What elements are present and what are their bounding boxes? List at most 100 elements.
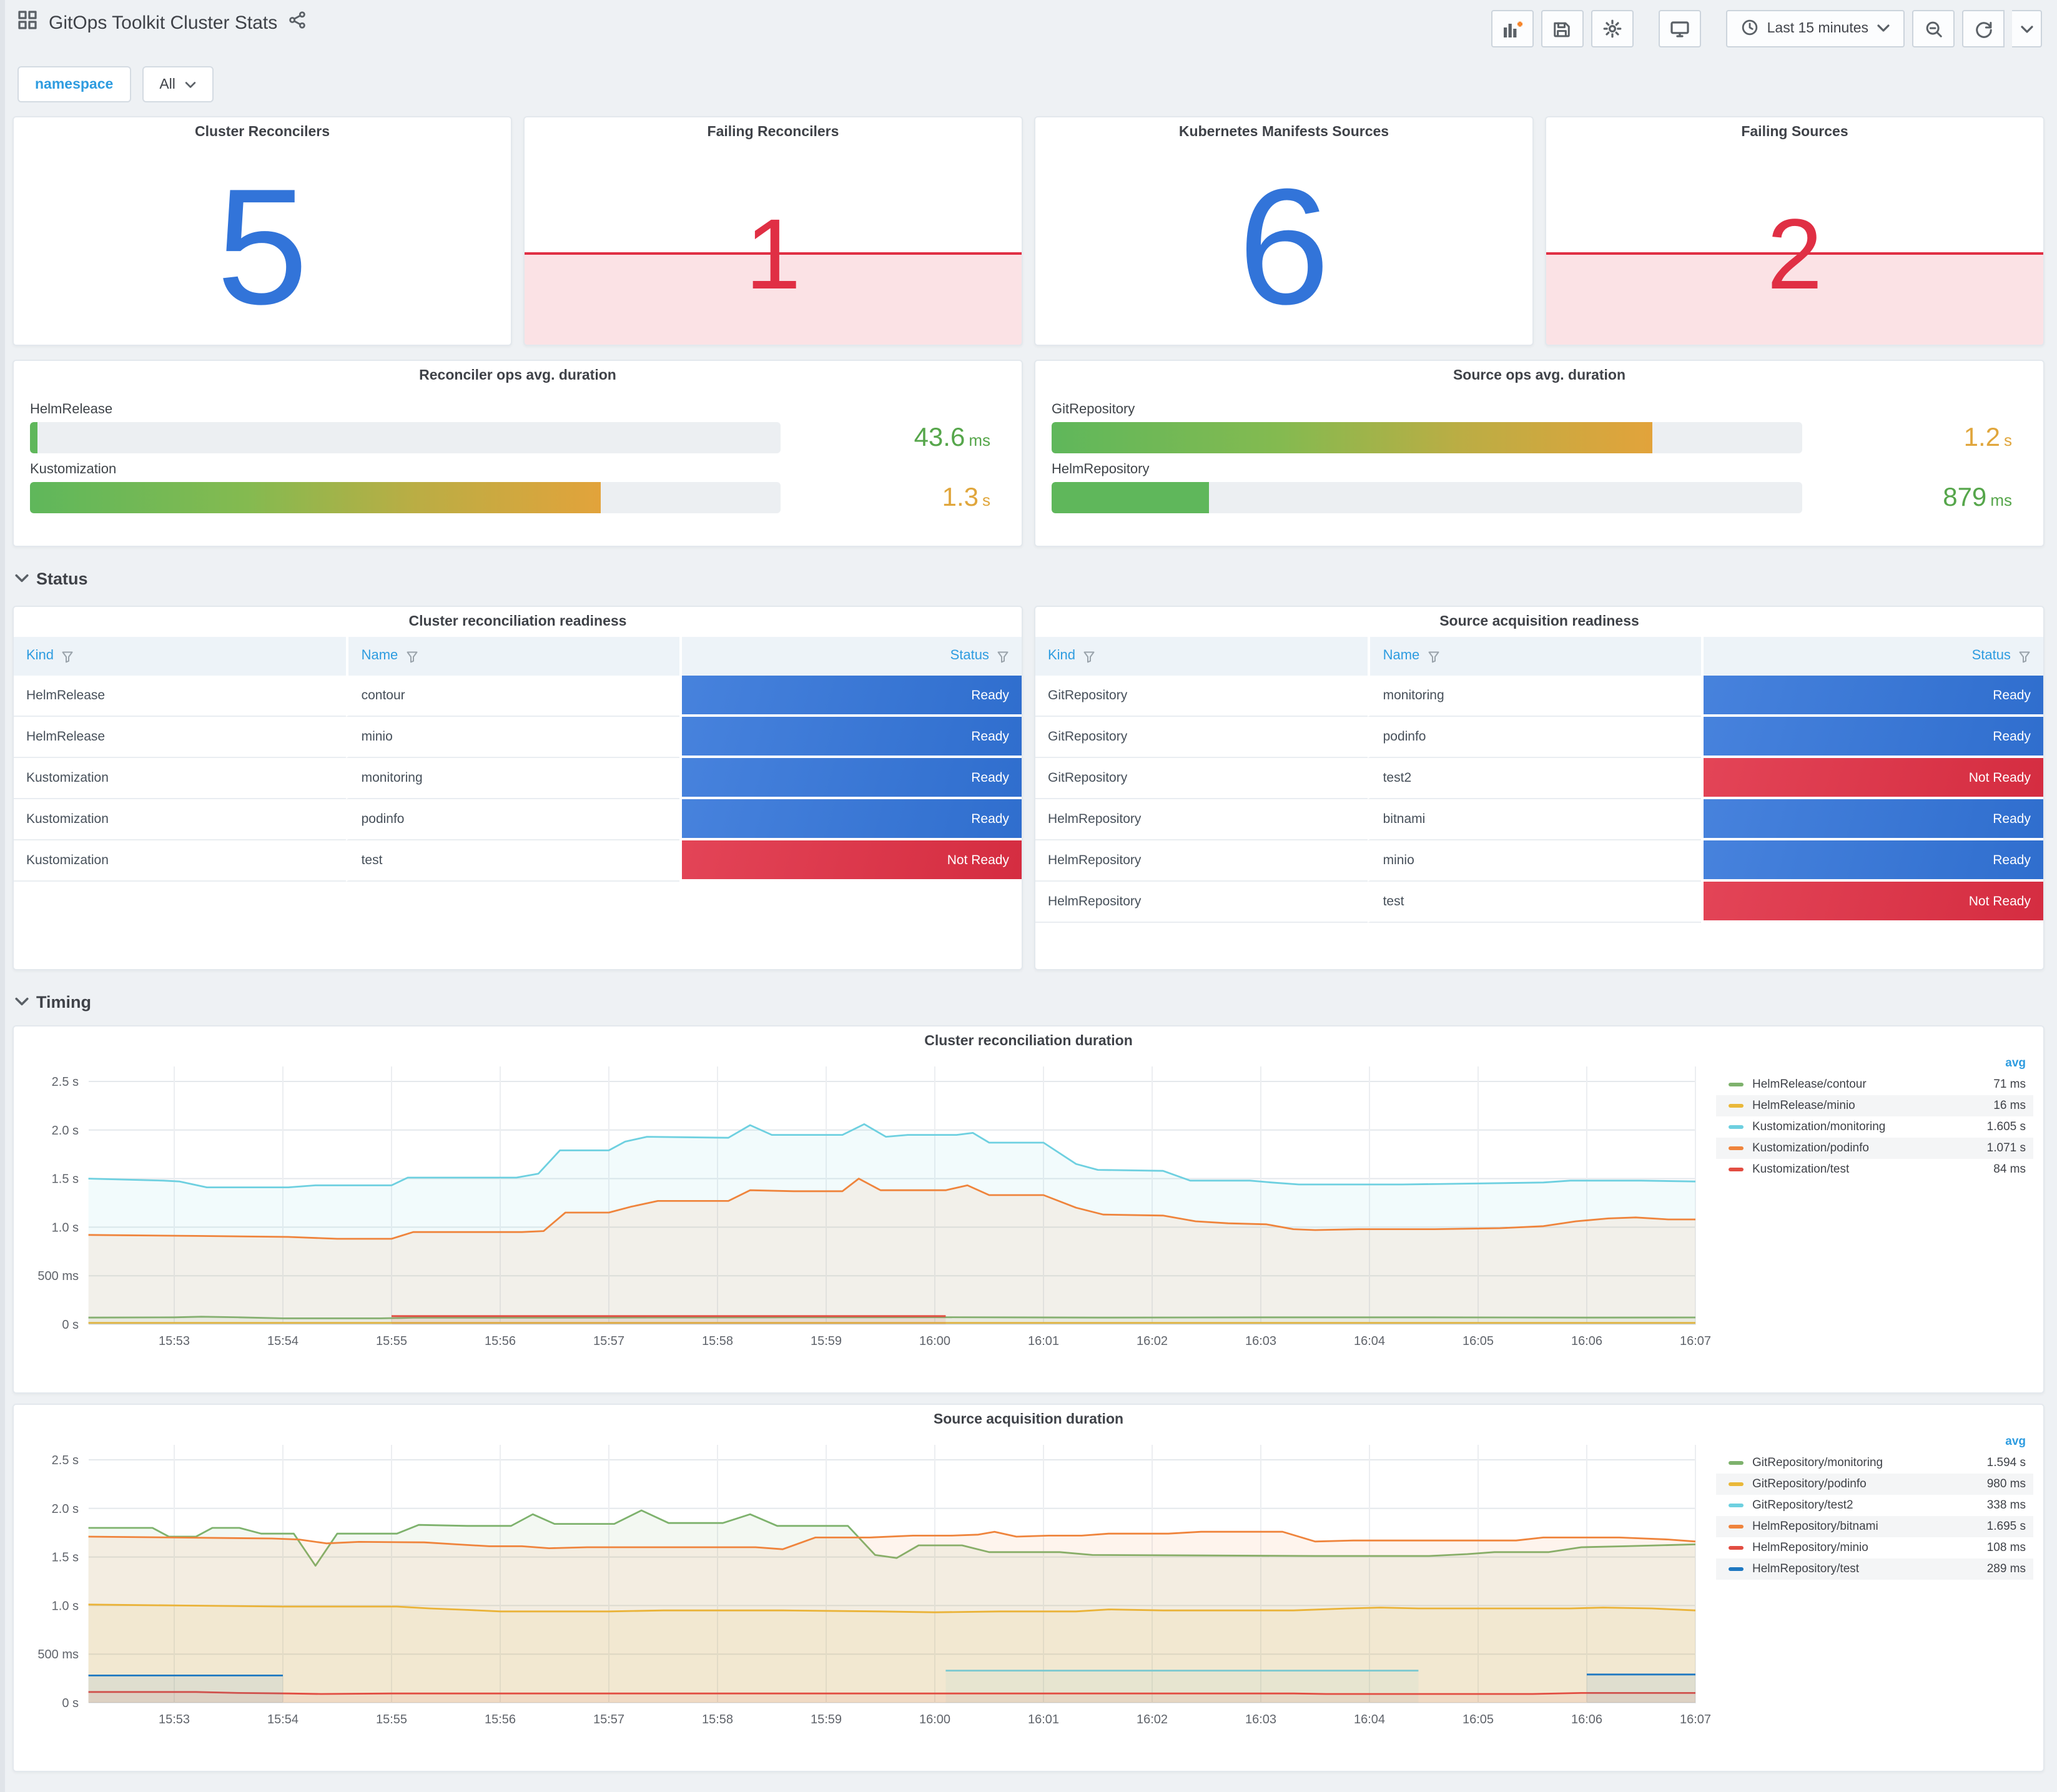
svg-text:500 ms: 500 ms bbox=[37, 1269, 79, 1283]
table-row: HelmRepository test Not Ready bbox=[1035, 882, 2043, 923]
legend-item[interactable]: HelmRelease/contour 71 ms bbox=[1716, 1074, 2033, 1095]
svg-text:2.0 s: 2.0 s bbox=[52, 1124, 79, 1138]
status-badge: Ready bbox=[679, 676, 1022, 717]
refresh-icon[interactable] bbox=[1962, 10, 2005, 47]
legend-item[interactable]: Kustomization/monitoring 1.605 s bbox=[1716, 1116, 2033, 1138]
column-header-status[interactable]: Status bbox=[1700, 637, 2043, 676]
legend-series-name: Kustomization/podinfo bbox=[1752, 1141, 1869, 1155]
legend-item[interactable]: Kustomization/podinfo 1.071 s bbox=[1716, 1138, 2033, 1159]
bar-gauge-track bbox=[30, 422, 781, 453]
panel-title[interactable]: Cluster reconciliation readiness bbox=[14, 607, 1022, 637]
title-wrap: GitOps Toolkit Cluster Stats bbox=[17, 10, 306, 36]
table-panel: Cluster reconciliation readiness Kind Name… bbox=[12, 606, 1023, 970]
cycle-view-icon[interactable] bbox=[1658, 10, 1701, 47]
legend-series-swatch bbox=[1729, 1168, 1744, 1171]
bar-gauge-row: Kustomization 1.3 s bbox=[30, 462, 1005, 513]
panel-title[interactable]: Source acquisition readiness bbox=[1035, 607, 2043, 637]
filter-icon bbox=[997, 651, 1009, 662]
bar-gauge-row: HelmRelease 43.6 ms bbox=[30, 402, 1005, 453]
legend-item[interactable]: GitRepository/test2 338 ms bbox=[1716, 1495, 2033, 1516]
variable-value-dropdown[interactable]: All bbox=[142, 66, 214, 102]
timing-section-header[interactable]: Timing bbox=[15, 988, 2045, 1015]
svg-text:15:55: 15:55 bbox=[376, 1334, 407, 1348]
column-header-name[interactable]: Name bbox=[1368, 637, 1701, 676]
bar-gauge-track bbox=[1052, 482, 1802, 513]
gear-icon[interactable] bbox=[1591, 10, 1634, 47]
table-row: GitRepository test2 Not Ready bbox=[1035, 758, 2043, 799]
svg-text:2.5 s: 2.5 s bbox=[52, 1454, 79, 1467]
panel-title[interactable]: Cluster reconciliation duration bbox=[14, 1026, 2043, 1056]
legend-series-swatch bbox=[1729, 1482, 1744, 1486]
column-header-name[interactable]: Name bbox=[346, 637, 679, 676]
cell-kind: Kustomization bbox=[14, 840, 347, 882]
cell-kind: Kustomization bbox=[14, 799, 347, 840]
svg-text:15:55: 15:55 bbox=[376, 1713, 407, 1726]
table-header: Kind Name Status bbox=[1035, 637, 2043, 676]
table-row: Kustomization monitoring Ready bbox=[14, 758, 1022, 799]
bar-gauge-value: 879 ms bbox=[1943, 483, 2012, 511]
panel-title[interactable]: Reconciler ops avg. duration bbox=[14, 361, 1022, 391]
zoom-out-icon[interactable] bbox=[1912, 10, 1955, 47]
legend-item[interactable]: HelmRepository/minio 108 ms bbox=[1716, 1537, 2033, 1558]
share-icon[interactable] bbox=[289, 11, 306, 35]
refresh-interval-dropdown[interactable] bbox=[2012, 10, 2042, 47]
table-row: HelmRelease minio Ready bbox=[14, 717, 1022, 758]
stat-panel: Failing Reconcilers 1 bbox=[523, 116, 1023, 346]
save-dashboard-button[interactable] bbox=[1541, 10, 1584, 47]
legend-item[interactable]: GitRepository/podinfo 980 ms bbox=[1716, 1474, 2033, 1495]
toolbar: Last 15 minutes bbox=[1491, 10, 2042, 47]
legend-series-avg: 16 ms bbox=[1993, 1099, 2026, 1113]
legend-series-swatch bbox=[1729, 1083, 1744, 1086]
clock-icon bbox=[1741, 18, 1759, 39]
legend-series-swatch bbox=[1729, 1525, 1744, 1529]
svg-text:16:04: 16:04 bbox=[1354, 1334, 1385, 1348]
cell-kind: HelmRelease bbox=[14, 676, 347, 717]
cell-name: bitnami bbox=[1368, 799, 1701, 840]
status-badge: Ready bbox=[1700, 676, 2043, 717]
column-header-kind[interactable]: Kind bbox=[14, 637, 347, 676]
column-header-kind[interactable]: Kind bbox=[1035, 637, 1368, 676]
status-section-header[interactable]: Status bbox=[15, 564, 2045, 592]
svg-text:2.5 s: 2.5 s bbox=[52, 1075, 79, 1089]
bar-gauge-track bbox=[1052, 422, 1802, 453]
panel-title[interactable]: Source ops avg. duration bbox=[1035, 361, 2043, 391]
bar-gauge-value: 1.2 s bbox=[1963, 423, 2012, 451]
cell-name: test bbox=[1368, 882, 1701, 923]
legend-item[interactable]: HelmRelease/minio 16 ms bbox=[1716, 1095, 2033, 1116]
legend-item[interactable]: HelmRepository/test 289 ms bbox=[1716, 1558, 2033, 1580]
svg-text:15:59: 15:59 bbox=[811, 1713, 842, 1726]
svg-text:1.5 s: 1.5 s bbox=[52, 1551, 79, 1565]
svg-text:16:07: 16:07 bbox=[1680, 1713, 1711, 1726]
cell-name: minio bbox=[1368, 840, 1701, 882]
filter-icon bbox=[406, 651, 417, 662]
filter-icon bbox=[62, 651, 73, 662]
panel-title[interactable]: Source acquisition duration bbox=[14, 1405, 2043, 1435]
legend-item[interactable]: GitRepository/monitoring 1.594 s bbox=[1716, 1452, 2033, 1474]
bar-gauge-label: Kustomization bbox=[30, 462, 117, 477]
panel-title[interactable]: Cluster Reconcilers bbox=[14, 117, 511, 147]
status-badge: Not Ready bbox=[679, 840, 1022, 882]
legend-item[interactable]: Kustomization/test 84 ms bbox=[1716, 1159, 2033, 1180]
panel-title[interactable]: Failing Reconcilers bbox=[525, 117, 1022, 147]
svg-text:1.0 s: 1.0 s bbox=[52, 1221, 79, 1234]
legend-series-swatch bbox=[1729, 1504, 1744, 1507]
legend-series-name: Kustomization/monitoring bbox=[1752, 1120, 1886, 1134]
left-edge-divider bbox=[0, 0, 5, 1792]
status-badge: Ready bbox=[1700, 799, 2043, 840]
variable-value-text: All bbox=[159, 77, 175, 92]
status-badge: Not Ready bbox=[1700, 882, 2043, 923]
bar-gauge-panel: Reconciler ops avg. duration HelmRelease 4… bbox=[12, 360, 1023, 547]
variable-label-namespace[interactable]: namespace bbox=[17, 66, 131, 102]
panel-title[interactable]: Kubernetes Manifests Sources bbox=[1035, 117, 1532, 147]
svg-text:16:06: 16:06 bbox=[1571, 1334, 1602, 1348]
legend-item[interactable]: HelmRepository/bitnami 1.695 s bbox=[1716, 1516, 2033, 1537]
time-range-picker[interactable]: Last 15 minutes bbox=[1725, 10, 1905, 47]
add-panel-button[interactable] bbox=[1491, 10, 1534, 47]
cell-kind: Kustomization bbox=[14, 758, 347, 799]
panel-title[interactable]: Failing Sources bbox=[1546, 117, 2043, 147]
legend-series-name: GitRepository/podinfo bbox=[1752, 1477, 1867, 1491]
column-header-status[interactable]: Status bbox=[679, 637, 1022, 676]
legend-series-name: HelmRepository/bitnami bbox=[1752, 1520, 1878, 1534]
timeseries-panel: Cluster reconciliation duration 0 s 500 ms… bbox=[12, 1025, 2045, 1394]
legend-series-swatch bbox=[1729, 1546, 1744, 1550]
